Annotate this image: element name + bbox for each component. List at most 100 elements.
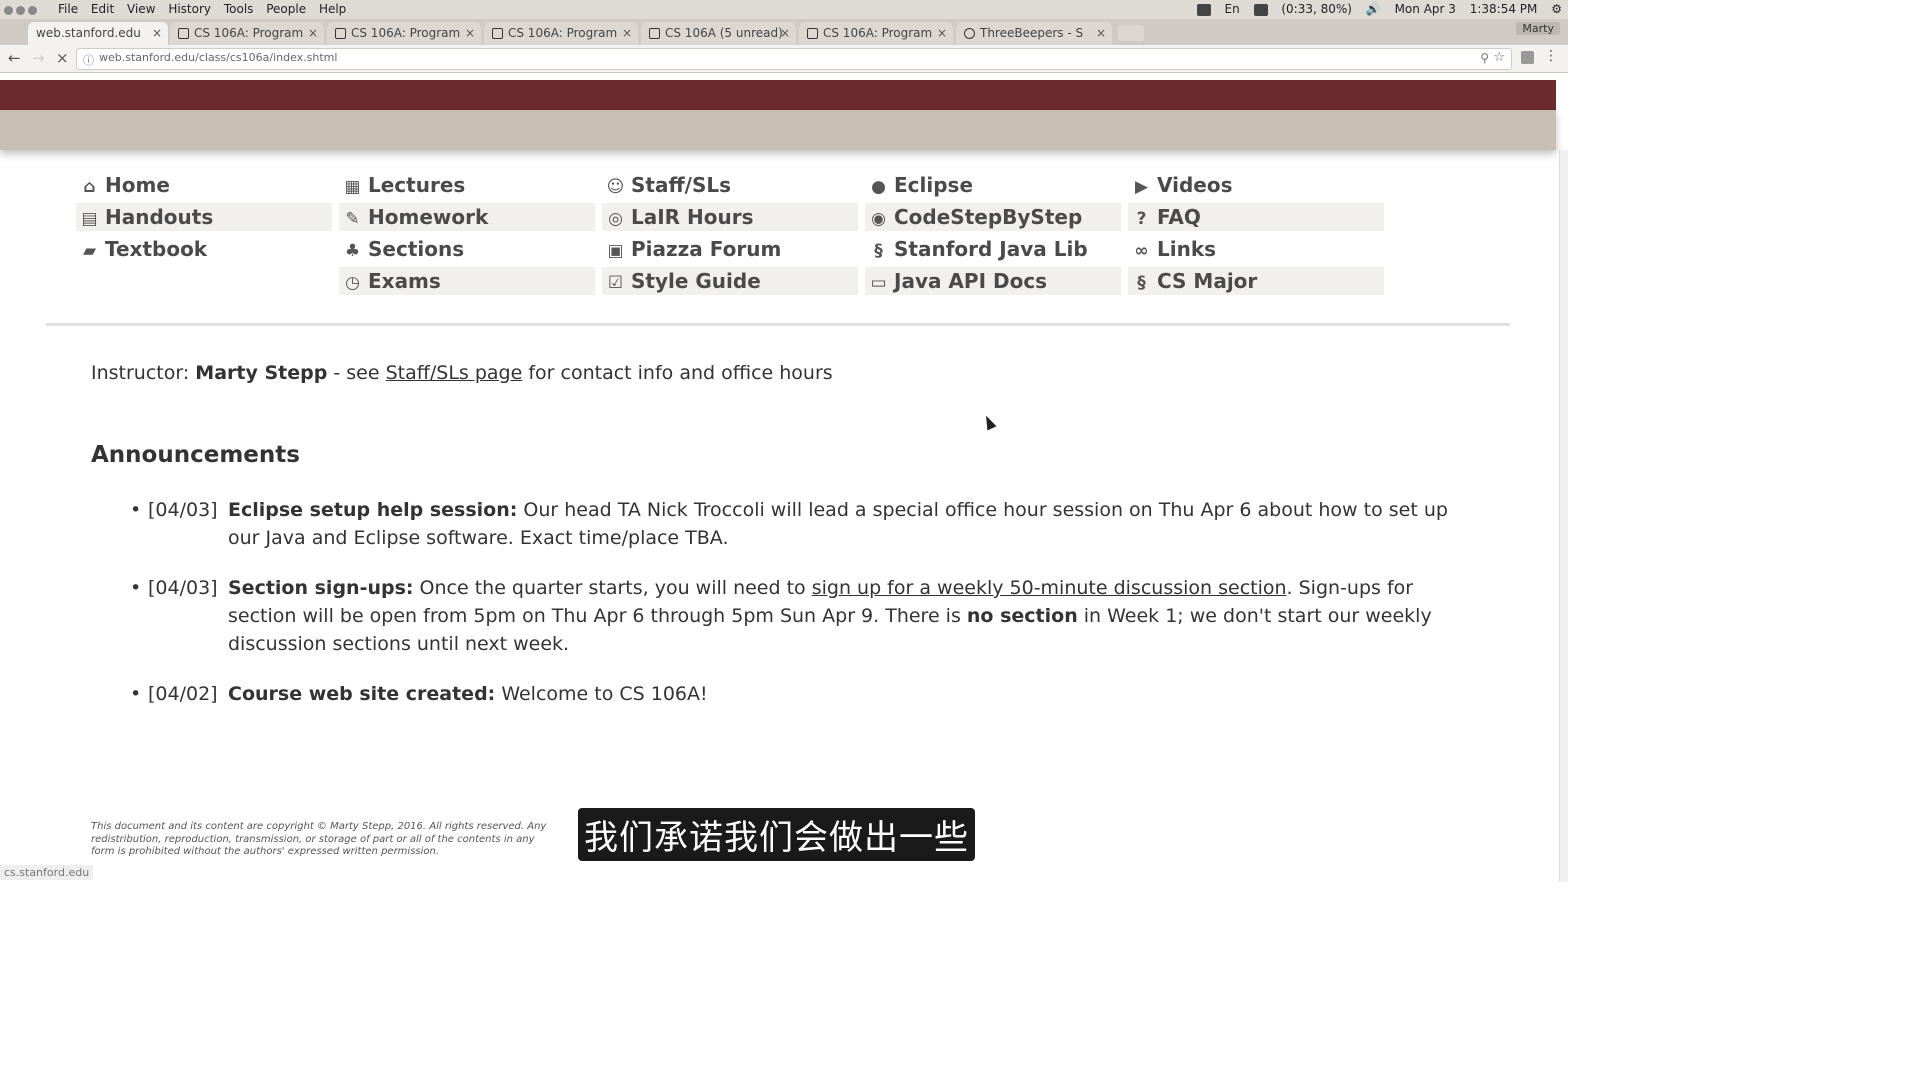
tab-title: CS 106A: Program bbox=[194, 26, 304, 40]
menu-help[interactable]: Help bbox=[319, 2, 346, 16]
announcement-date: [04/03] bbox=[148, 499, 218, 521]
tab-title: CS 106A (5 unread) bbox=[665, 26, 783, 40]
tab-cs106a-2[interactable]: CS 106A: Program × bbox=[327, 22, 481, 45]
close-tab-icon[interactable]: × bbox=[937, 22, 947, 44]
nav-lair-hours[interactable]: ◎ LaIR Hours bbox=[602, 203, 858, 231]
nav-stanford-java-lib[interactable]: § Stanford Java Lib bbox=[865, 235, 1121, 263]
tab-cs106a-3[interactable]: CS 106A: Program × bbox=[484, 22, 638, 45]
close-window-icon[interactable] bbox=[4, 6, 13, 15]
close-tab-icon[interactable]: × bbox=[465, 22, 475, 44]
menu-edit[interactable]: Edit bbox=[91, 2, 114, 16]
mail-icon[interactable] bbox=[1253, 3, 1268, 16]
close-tab-icon[interactable]: × bbox=[622, 22, 632, 44]
menu-view[interactable]: View bbox=[127, 2, 155, 16]
document-icon: ▤ bbox=[81, 209, 98, 229]
nav-links[interactable]: ∞ Links bbox=[1128, 235, 1384, 263]
copyright-notice: This document and its content are copyri… bbox=[91, 821, 547, 857]
zoom-icon[interactable]: ⚲ bbox=[1480, 51, 1489, 65]
nav-eclipse[interactable]: ● Eclipse bbox=[865, 171, 1121, 199]
nav-label: Links bbox=[1157, 237, 1217, 261]
book-icon: ▰ bbox=[82, 241, 97, 261]
menu-tools[interactable]: Tools bbox=[224, 2, 254, 16]
announcement-date: [04/02] bbox=[148, 683, 218, 705]
browser-menu-icon[interactable]: ⋮ bbox=[1544, 48, 1558, 64]
nav-handouts[interactable]: ▤ Handouts bbox=[76, 203, 332, 231]
tab-title: CS 106A: Program bbox=[508, 26, 618, 40]
date[interactable]: Mon Apr 3 bbox=[1395, 2, 1456, 16]
tab-title: web.stanford.edu bbox=[36, 26, 141, 40]
minimize-window-icon[interactable] bbox=[16, 6, 25, 15]
announcement-item: • [04/03] Section sign-ups: Once the qua… bbox=[130, 574, 1470, 658]
window-controls[interactable] bbox=[4, 4, 40, 18]
nav-home[interactable]: ⌂ Home bbox=[76, 171, 332, 199]
address-bar[interactable]: ⓘ web.stanford.edu/class/cs106a/index.sh… bbox=[76, 48, 1512, 70]
keyboard-layout[interactable]: En bbox=[1225, 2, 1240, 16]
clock[interactable]: 1:38:54 PM bbox=[1470, 2, 1538, 16]
nav-cs-major[interactable]: § CS Major bbox=[1128, 267, 1384, 295]
instructor-line: Instructor: Marty Stepp - see Staff/SLs … bbox=[91, 362, 833, 384]
battery-status[interactable]: (0:33, 80%) bbox=[1281, 2, 1352, 16]
instructor-name: Marty Stepp bbox=[195, 362, 328, 384]
wifi-icon[interactable] bbox=[1196, 3, 1211, 16]
divider bbox=[46, 323, 1510, 326]
smiley-icon: ☺ bbox=[606, 177, 625, 197]
bookmark-star-icon[interactable]: ☆ bbox=[1493, 50, 1505, 65]
settings-gear-icon[interactable]: ⚙ bbox=[1551, 2, 1562, 16]
nav-lectures[interactable]: ▦ Lectures bbox=[339, 171, 595, 199]
close-tab-icon[interactable]: × bbox=[308, 22, 318, 44]
page-scrollbar[interactable] bbox=[1559, 150, 1568, 882]
tab-cs106a-1[interactable]: CS 106A: Program × bbox=[170, 22, 324, 45]
tab-web-stanford[interactable]: web.stanford.edu × bbox=[28, 22, 168, 45]
nav-label: Lectures bbox=[368, 173, 466, 197]
close-tab-icon[interactable]: × bbox=[780, 22, 790, 44]
clock-icon: ◷ bbox=[345, 273, 360, 293]
tab-title: CS 106A: Program bbox=[823, 26, 933, 40]
nav-codestepbystep[interactable]: ◉ CodeStepByStep bbox=[865, 203, 1121, 231]
nav-label: Videos bbox=[1157, 173, 1233, 197]
close-tab-icon[interactable]: × bbox=[152, 22, 162, 44]
forward-arrow-icon[interactable]: → bbox=[32, 49, 45, 67]
nav-label: Piazza Forum bbox=[631, 237, 782, 261]
tab-threebeepers[interactable]: ThreeBeepers - S × bbox=[956, 22, 1112, 45]
section-signup-link[interactable]: sign up for a weekly 50-minute discussio… bbox=[812, 577, 1287, 599]
profile-button[interactable]: Marty bbox=[1516, 22, 1560, 35]
nav-videos[interactable]: ▶ Videos bbox=[1128, 171, 1384, 199]
nav-homework[interactable]: ✎ Homework bbox=[339, 203, 595, 231]
nav-exams[interactable]: ◷ Exams bbox=[339, 267, 595, 295]
nav-faq[interactable]: ? FAQ bbox=[1128, 203, 1384, 231]
extension-icon[interactable] bbox=[1521, 51, 1534, 64]
back-arrow-icon[interactable]: ← bbox=[8, 49, 21, 67]
close-tab-icon[interactable]: × bbox=[1096, 22, 1106, 44]
lifebuoy-icon: ◎ bbox=[608, 209, 623, 229]
nav-staff[interactable]: ☺ Staff/SLs bbox=[602, 171, 858, 199]
new-tab-button[interactable] bbox=[1118, 25, 1144, 41]
nav-label: CodeStepByStep bbox=[894, 205, 1083, 229]
staff-page-link[interactable]: Staff/SLs page bbox=[386, 362, 523, 384]
nav-sections[interactable]: ♣ Sections bbox=[339, 235, 595, 263]
tab-cs106a-4[interactable]: CS 106A: Program × bbox=[799, 22, 953, 45]
menu-history[interactable]: History bbox=[168, 2, 211, 16]
nav-textbook[interactable]: ▰ Textbook bbox=[76, 235, 332, 263]
nav-column-4: ● Eclipse ◉ CodeStepByStep § Stanford Java … bbox=[865, 171, 1121, 299]
menu-file[interactable]: File bbox=[58, 2, 78, 16]
site-banner-lower bbox=[0, 110, 1556, 150]
stanford-s-icon: § bbox=[874, 241, 883, 261]
tab-piazza[interactable]: CS 106A (5 unread) × bbox=[641, 22, 796, 45]
url-text[interactable]: web.stanford.edu/class/cs106a/index.shtm… bbox=[99, 51, 337, 64]
announcement-emphasis: no section bbox=[966, 605, 1078, 627]
stop-icon[interactable]: × bbox=[56, 49, 69, 67]
volume-icon[interactable]: 🔊 bbox=[1366, 2, 1381, 16]
nav-style-guide[interactable]: ☑ Style Guide bbox=[602, 267, 858, 295]
nav-piazza[interactable]: ▣ Piazza Forum bbox=[602, 235, 858, 263]
status-bar: cs.stanford.edu bbox=[0, 865, 94, 880]
stanford-s-icon: § bbox=[1137, 273, 1146, 293]
stanford-favicon-icon bbox=[807, 28, 818, 39]
browser-toolbar: ← → × ⓘ web.stanford.edu/class/cs106a/in… bbox=[0, 45, 1568, 73]
info-icon[interactable]: ⓘ bbox=[83, 52, 94, 68]
announcement-headline: Course web site created: bbox=[228, 683, 496, 705]
maximize-window-icon[interactable] bbox=[28, 6, 37, 15]
nav-java-api-docs[interactable]: ▭ Java API Docs bbox=[865, 267, 1121, 295]
bullet: • bbox=[130, 683, 142, 705]
menu-people[interactable]: People bbox=[266, 2, 306, 16]
instructor-mid: - see bbox=[327, 362, 386, 384]
